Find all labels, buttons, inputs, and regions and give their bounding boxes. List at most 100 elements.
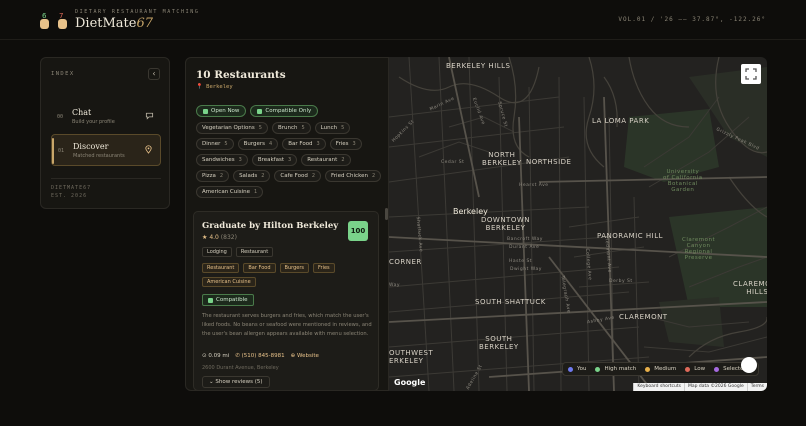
cuisine-chip[interactable]: Salads 2 xyxy=(233,170,271,182)
street-label: Dwight Way xyxy=(510,267,542,272)
location-label: Berkeley xyxy=(206,84,233,90)
nav-title: Chat xyxy=(72,108,92,117)
filter-label: Compatible Only xyxy=(265,108,312,114)
compatible-badge: Compatible xyxy=(202,294,254,306)
map-pin-icon: ⊙ xyxy=(202,353,207,359)
brand-word: DietMate xyxy=(75,16,137,31)
cuisine-label: Sandwiches xyxy=(202,157,235,163)
sidebar-footer-brand: DIETMATE67 xyxy=(51,185,92,191)
sidebar: INDEX ‹ 00 Chat Build your profile 01 Di… xyxy=(40,57,170,209)
cuisine-count: 4 xyxy=(269,141,273,147)
results-scrollbar[interactable] xyxy=(385,208,388,220)
phone-link[interactable]: ✆ (510) 845-8981 xyxy=(235,353,284,359)
nav-number: 01 xyxy=(58,148,65,154)
map-label: BERKELEY HILLS xyxy=(446,62,511,70)
cuisine-count: 5 xyxy=(301,125,305,131)
legend-dot-icon xyxy=(714,366,720,372)
cuisine-label: American Cuisine xyxy=(202,189,251,195)
cuisine-chip[interactable]: Vegetarian Options 5 xyxy=(196,122,268,134)
location-pin-icon: 📍 xyxy=(196,84,203,90)
cuisine-chip[interactable]: Sandwiches 3 xyxy=(196,154,248,166)
sidebar-item-discover[interactable]: 01 Discover Matched restaurants xyxy=(51,134,161,166)
cuisine-chip[interactable]: Breakfast 3 xyxy=(251,154,298,166)
cuisine-chip[interactable]: Restaurant 2 xyxy=(301,154,351,166)
filter-chips: Open Now Compatible Only xyxy=(196,105,386,117)
check-icon xyxy=(257,108,263,114)
food-tag: Burgers xyxy=(279,263,309,273)
legend-label: Low xyxy=(694,366,706,372)
terms-link[interactable]: Terms xyxy=(746,383,767,391)
website-label: Website xyxy=(297,353,319,359)
map-view[interactable]: BERKELEY HILLS LA LOMA PARK NORTH BERKEL… xyxy=(389,57,767,391)
filter-compatible-only[interactable]: Compatible Only xyxy=(250,105,319,117)
chevron-down-icon: ⌄ xyxy=(209,379,214,385)
map-label: NORTH BERKELEY xyxy=(482,151,522,167)
legend-label: You xyxy=(577,366,587,372)
keyboard-shortcuts-link[interactable]: Keyboard shortcuts xyxy=(633,383,684,391)
cuisine-chip[interactable]: Lunch 5 xyxy=(314,122,351,134)
cuisine-chip[interactable]: Bar Food 3 xyxy=(282,138,326,150)
fullscreen-button[interactable] xyxy=(741,64,761,84)
cuisine-label: Brunch xyxy=(277,125,298,131)
website-link[interactable]: ⊕ Website xyxy=(291,353,319,359)
cuisine-count: 3 xyxy=(316,141,320,147)
map-label: CLAREMONT xyxy=(619,313,668,321)
review-count: (832) xyxy=(220,234,237,241)
legend-dot-icon xyxy=(685,366,691,372)
cuisine-label: Salads xyxy=(239,173,258,179)
sidebar-item-chat[interactable]: 00 Chat Build your profile xyxy=(51,101,161,133)
map-attribution: Keyboard shortcuts Map data ©2026 Google… xyxy=(633,383,767,391)
map-label: CLAREMONT HILLS xyxy=(733,280,767,296)
cuisine-chip[interactable]: Fried Chicken 2 xyxy=(325,170,382,182)
cuisine-chip[interactable]: Brunch 5 xyxy=(271,122,311,134)
nav-subtitle: Build your profile xyxy=(72,119,115,125)
nav-title: Discover xyxy=(73,142,109,151)
cuisine-count: 2 xyxy=(311,173,316,179)
legend-dot-icon xyxy=(595,366,601,372)
cuisine-chip[interactable]: Dinner 5 xyxy=(196,138,234,150)
restaurant-rating: ★ 4.0 (832) xyxy=(202,234,237,241)
map-label: DOWNTOWN BERKELEY xyxy=(481,216,531,232)
sidebar-divider xyxy=(51,178,161,179)
map-label: LA LOMA PARK xyxy=(592,117,650,125)
cuisine-count: 5 xyxy=(258,125,262,131)
street-label: Bancroft Way xyxy=(507,237,543,242)
phone-icon: ✆ xyxy=(235,353,240,359)
cuisine-count: 2 xyxy=(371,173,376,179)
filter-label: Open Now xyxy=(211,108,240,114)
map-label: Berkeley xyxy=(453,207,488,216)
legend-label: High match xyxy=(604,366,637,372)
nav-subtitle: Matched restaurants xyxy=(73,153,125,159)
rating-value: 4.0 xyxy=(209,234,219,241)
cuisine-chip[interactable]: Burgers 4 xyxy=(237,138,279,150)
phone-value: (510) 845-8981 xyxy=(241,353,285,359)
cuisine-label: Lunch xyxy=(320,125,338,131)
street-label: Hearst Ave xyxy=(519,183,549,188)
show-reviews-button[interactable]: ⌄ Show reviews (5) xyxy=(202,376,270,388)
cuisine-label: Cafe Food xyxy=(280,173,308,179)
show-reviews-label: Show reviews (5) xyxy=(215,379,263,385)
filter-open-now[interactable]: Open Now xyxy=(196,105,247,117)
cuisine-label: Fried Chicken xyxy=(331,173,368,179)
cuisine-chip[interactable]: Pizza 2 xyxy=(196,170,230,182)
cuisine-chip[interactable]: American Cuisine 1 xyxy=(196,186,264,198)
type-tag: Restaurant xyxy=(235,247,274,257)
map-roads xyxy=(389,57,767,391)
map-label: CORNER xyxy=(389,258,422,266)
collapse-sidebar-button[interactable]: ‹ xyxy=(148,68,160,80)
coordinates-readout: VOL.01 / '26 —— 37.87°, -122.26° xyxy=(618,16,766,23)
brand-kicker: DIETARY RESTAURANT MATCHING xyxy=(75,9,200,15)
cuisine-count: 1 xyxy=(254,189,258,195)
map-pin-icon xyxy=(145,145,152,154)
map-data-credit: Map data ©2026 Google xyxy=(683,383,747,391)
cuisine-chip[interactable]: Fries 3 xyxy=(329,138,362,150)
cuisine-label: Bar Food xyxy=(288,141,313,147)
restaurant-card[interactable]: Graduate by Hilton Berkeley ★ 4.0 (832) … xyxy=(193,211,379,390)
map-park-label: University of California Botanical Garde… xyxy=(663,169,703,193)
map-control-button[interactable] xyxy=(741,357,757,373)
food-tag: Restaurant xyxy=(202,263,240,273)
cuisine-count: 3 xyxy=(288,157,292,163)
cuisine-count: 3 xyxy=(238,157,242,163)
cuisine-chip[interactable]: Cafe Food 2 xyxy=(274,170,322,182)
food-tag: American Cuisine xyxy=(202,277,256,287)
